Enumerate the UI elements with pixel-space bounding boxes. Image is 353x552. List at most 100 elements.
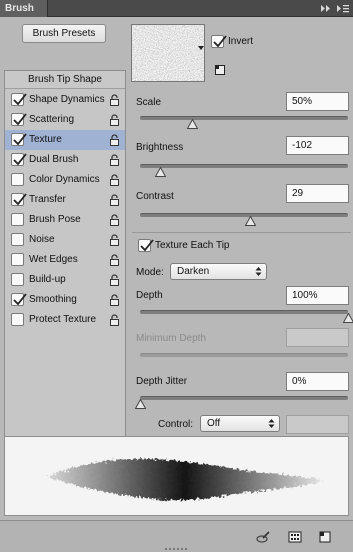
lock-icon[interactable] [109,314,120,326]
control-label: Control: [158,419,194,430]
depth-slider-track[interactable] [140,310,348,314]
list-item-noise[interactable]: Noise [5,230,125,250]
list-item-brush-pose[interactable]: Brush Pose [5,210,125,230]
list-item-texture[interactable]: Texture [5,130,125,150]
lock-icon[interactable] [109,194,120,206]
checkmark-icon [140,239,154,252]
brightness-slider-thumb[interactable] [155,167,167,177]
control-select-value: Off [207,418,221,429]
list-item-label: Protect Texture [29,314,97,325]
minimum-depth-field [286,328,349,347]
lock-icon[interactable] [109,274,120,286]
updown-arrow-icon [268,419,275,428]
scale-slider-thumb[interactable] [186,119,198,129]
list-item-brush-tip-shape[interactable]: Brush Tip Shape [5,71,125,89]
list-item-scattering[interactable]: Scattering [5,110,125,130]
list-item-checkbox[interactable] [11,193,27,206]
depth-jitter-slider-thumb[interactable] [134,399,146,409]
lock-icon[interactable] [109,154,120,166]
new-preset-icon[interactable] [318,530,332,544]
control-select[interactable]: Off [200,415,280,432]
updown-arrow-icon [255,267,262,276]
list-item-build-up[interactable]: Build-up [5,270,125,290]
invert-checkbox[interactable] [211,35,227,48]
list-item-smoothing[interactable]: Smoothing [5,290,125,310]
pattern-dropdown-arrow-icon[interactable] [197,44,205,52]
list-item-wet-edges[interactable]: Wet Edges [5,250,125,270]
brush-toggle-icon[interactable] [256,530,270,544]
list-item-label: Smoothing [29,294,77,305]
scale-field[interactable]: 50% [286,92,349,111]
lock-icon[interactable] [109,94,120,106]
list-item-dual-brush[interactable]: Dual Brush [5,150,125,170]
depth-label: Depth [136,290,163,301]
list-item-label: Wet Edges [29,254,78,265]
checkmark-icon [13,113,27,126]
list-item-checkbox[interactable] [11,133,27,146]
resize-grip-icon[interactable] [165,547,187,551]
lock-icon[interactable] [109,294,120,306]
grid-icon[interactable] [288,530,302,544]
depth-jitter-field[interactable]: 0% [286,372,349,391]
lock-icon[interactable] [109,114,120,126]
brush-settings-list: Brush Tip Shape Shape Dynamics Scattering… [4,70,126,450]
mode-label: Mode: [136,267,164,278]
list-item-label: Build-up [29,274,66,285]
list-item-checkbox[interactable] [11,253,24,266]
lock-icon[interactable] [109,174,120,186]
contrast-field[interactable]: 29 [286,184,349,203]
list-item-checkbox[interactable] [11,313,24,326]
brush-tab[interactable]: Brush [0,0,48,17]
checkmark-icon [213,35,227,48]
lock-icon[interactable] [109,134,120,146]
brightness-label: Brightness [136,142,184,153]
list-item-label: Noise [29,234,55,245]
checkmark-icon [13,133,27,146]
mode-select-value: Darken [177,266,210,277]
minimum-depth-label: Minimum Depth [136,333,207,344]
brightness-slider-track[interactable] [140,164,348,168]
depth-slider-thumb[interactable] [342,313,353,323]
list-item-checkbox[interactable] [11,293,27,306]
checkmark-icon [13,293,27,306]
list-item-label: Shape Dynamics [29,94,105,105]
texture-each-tip-checkbox[interactable] [138,239,154,252]
scale-label: Scale [136,97,162,108]
control-extra-field [286,415,349,434]
list-item-shape-dynamics[interactable]: Shape Dynamics [5,90,125,110]
texture-pattern-image [132,25,204,81]
checkmark-icon [13,93,27,106]
lock-icon[interactable] [109,234,120,246]
list-item-protect-texture[interactable]: Protect Texture [5,310,125,330]
double-chevron-right-icon[interactable] [318,3,332,14]
list-item-color-dynamics[interactable]: Color Dynamics [5,170,125,190]
list-item-checkbox[interactable] [11,153,27,166]
list-item-checkbox[interactable] [11,273,24,286]
list-item-label: Color Dynamics [29,174,100,185]
new-preset-from-pattern-icon[interactable] [214,64,226,76]
depth-field[interactable]: 100% [286,286,349,305]
list-item-label: Brush Pose [29,214,81,225]
list-item-checkbox[interactable] [11,93,27,106]
contrast-slider-thumb[interactable] [244,216,256,226]
list-item-checkbox[interactable] [11,213,24,226]
mode-select[interactable]: Darken [170,263,267,280]
list-item-transfer[interactable]: Transfer [5,190,125,210]
checkmark-icon [13,153,27,166]
brightness-field[interactable]: -102 [286,136,349,155]
lock-icon[interactable] [109,254,120,266]
list-item-checkbox[interactable] [11,233,24,246]
list-item-checkbox[interactable] [11,113,27,126]
list-item-label: Texture [29,134,62,145]
scale-slider-track[interactable] [140,116,348,120]
panel-titlebar: Brush [0,0,353,17]
section-divider [132,232,351,233]
depth-jitter-slider-track[interactable] [140,396,348,400]
texture-each-tip-label: Texture Each Tip [155,240,230,251]
panel-menu-icon[interactable] [336,3,350,14]
list-item-checkbox[interactable] [11,173,24,186]
brush-presets-button[interactable]: Brush Presets [22,24,106,43]
texture-pattern-thumbnail[interactable] [131,24,205,82]
lock-icon[interactable] [109,214,120,226]
checkmark-icon [13,193,27,206]
